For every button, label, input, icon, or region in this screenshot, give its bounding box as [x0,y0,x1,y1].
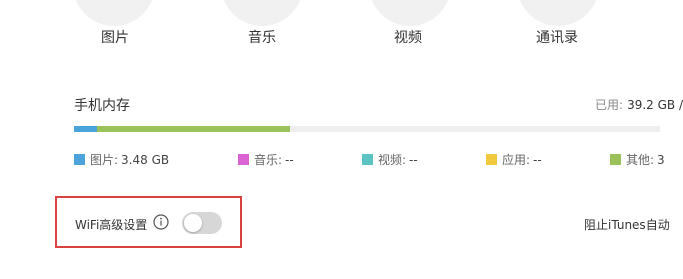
memory-used-label: 已用: [595,98,624,112]
legend-value: -- [409,152,418,167]
legend-label: 其他: [626,153,655,167]
legend-label: 音乐: [254,153,283,167]
legend-swatch-music [238,154,249,165]
category-contacts-label[interactable]: 通讯录 [536,27,578,47]
memory-bar-segment-photos [74,126,97,132]
legend-item-music: 音乐: -- [238,151,294,168]
memory-used-text: 已用: 39.2 GB / [595,96,683,113]
legend-swatch-apps [486,154,497,165]
legend-item-apps: 应用: -- [486,151,542,168]
legend-value: 3.48 GB [121,152,170,167]
legend-value: -- [533,152,542,167]
category-video-label[interactable]: 视频 [394,27,422,47]
memory-title: 手机内存 [74,98,130,114]
wifi-advanced-toggle[interactable] [182,212,222,234]
memory-used-value: 39.2 GB / [627,98,683,112]
legend-item-photos: 图片: 3.48 GB [74,151,169,168]
legend-swatch-video [362,154,373,165]
contacts-tile-icon[interactable] [517,0,599,26]
block-itunes-autosync-label[interactable]: 阻止iTunes自动 [584,216,670,233]
photos-tile-icon[interactable] [73,0,155,26]
category-photos-label[interactable]: 图片 [101,27,129,47]
toggle-knob [184,214,202,232]
legend-swatch-photos [74,154,85,165]
info-circle-icon[interactable] [153,214,169,230]
memory-bar-segment-other [97,126,290,132]
legend-label: 视频: [378,153,407,167]
legend-item-video: 视频: -- [362,151,418,168]
legend-value: 3 [657,152,665,167]
category-music-label[interactable]: 音乐 [248,27,276,47]
video-tile-icon[interactable] [369,0,451,26]
legend-swatch-other [610,154,621,165]
music-tile-icon[interactable] [221,0,303,26]
legend-value: -- [285,152,294,167]
legend-label: 应用: [502,153,531,167]
memory-usage-bar [74,126,660,132]
wifi-advanced-settings-label: WiFi高级设置 [75,218,148,232]
legend-item-other: 其他: 3 [610,151,665,168]
legend-label: 图片: [90,153,119,167]
